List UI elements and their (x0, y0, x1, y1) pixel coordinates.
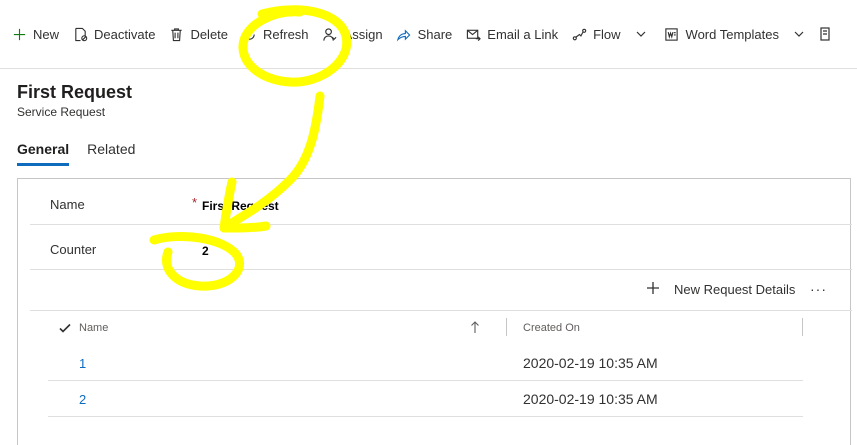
tab-related[interactable]: Related (87, 141, 135, 166)
more-commands-icon[interactable]: ··· (810, 281, 827, 297)
flow-button[interactable]: Flow (568, 19, 660, 49)
subgrid-command-bar: New Request Details ··· (30, 271, 852, 311)
assign-button[interactable]: Assign (319, 19, 393, 49)
trash-icon (168, 26, 184, 42)
flow-icon (571, 26, 587, 42)
person-icon (322, 26, 338, 42)
deactivate-icon (72, 26, 88, 42)
column-header-name[interactable]: Name (79, 322, 108, 334)
plus-icon (11, 26, 27, 42)
new-button[interactable]: New (8, 19, 69, 49)
sort-ascending-icon[interactable] (470, 320, 480, 334)
email-icon (465, 26, 481, 42)
command-bar: New Deactivate Delete Refresh Assign Sha… (0, 0, 857, 69)
overflow-icon[interactable] (819, 19, 839, 49)
record-entity-name: Service Request (17, 105, 106, 119)
email-link-button[interactable]: Email a Link (462, 19, 568, 49)
counter-field-row: Counter 2 (30, 226, 852, 270)
record-title: First Request (17, 82, 133, 102)
chevron-down-icon[interactable] (793, 28, 805, 40)
row-name-link[interactable]: 2 (79, 392, 86, 407)
plus-icon (646, 281, 662, 297)
refresh-button[interactable]: Refresh (238, 19, 319, 49)
row-created-on: 2020-02-19 10:35 AM (523, 355, 658, 371)
column-header-created-on[interactable]: Created On (523, 322, 580, 334)
table-row[interactable]: 2 2020-02-19 10:35 AM (48, 382, 803, 417)
new-request-details-label: New Request Details (674, 281, 796, 297)
deactivate-button[interactable]: Deactivate (69, 19, 165, 49)
word-icon (664, 26, 680, 42)
general-section: Name * First Request Counter 2 New Reque… (17, 178, 852, 445)
word-templates-button[interactable]: Word Templates (661, 19, 819, 49)
row-name-link[interactable]: 1 (79, 356, 86, 371)
chevron-down-icon[interactable] (635, 28, 647, 40)
delete-button[interactable]: Delete (165, 19, 238, 49)
share-button-label: Share (417, 26, 453, 42)
tab-general[interactable]: General (17, 141, 70, 166)
counter-field-label: Counter (50, 242, 97, 257)
row-created-on: 2020-02-19 10:35 AM (523, 391, 658, 407)
refresh-button-label: Refresh (263, 26, 309, 42)
refresh-icon (241, 26, 257, 42)
name-field-input[interactable]: First Request (202, 199, 279, 213)
assign-button-label: Assign (343, 26, 383, 42)
name-field-row: Name * First Request (30, 181, 852, 225)
subgrid-header: Name Created On (48, 312, 803, 344)
table-row[interactable]: 1 2020-02-19 10:35 AM (48, 346, 803, 381)
delete-button-label: Delete (190, 26, 229, 42)
flow-button-label: Flow (593, 26, 621, 42)
column-divider[interactable] (506, 318, 507, 336)
share-icon (396, 26, 412, 42)
email-link-button-label: Email a Link (487, 26, 559, 42)
form-tabs: General Related (17, 141, 153, 166)
word-templates-button-label: Word Templates (685, 26, 779, 42)
share-button[interactable]: Share (393, 19, 463, 49)
required-indicator: * (192, 195, 198, 210)
column-divider[interactable] (802, 318, 803, 336)
select-all-checkmark-icon[interactable] (58, 321, 72, 335)
name-field-label: Name (50, 197, 85, 212)
counter-field-input[interactable]: 2 (202, 244, 209, 258)
new-button-label: New (33, 26, 60, 42)
new-request-details-button[interactable]: New Request Details (646, 281, 795, 297)
deactivate-button-label: Deactivate (94, 26, 156, 42)
